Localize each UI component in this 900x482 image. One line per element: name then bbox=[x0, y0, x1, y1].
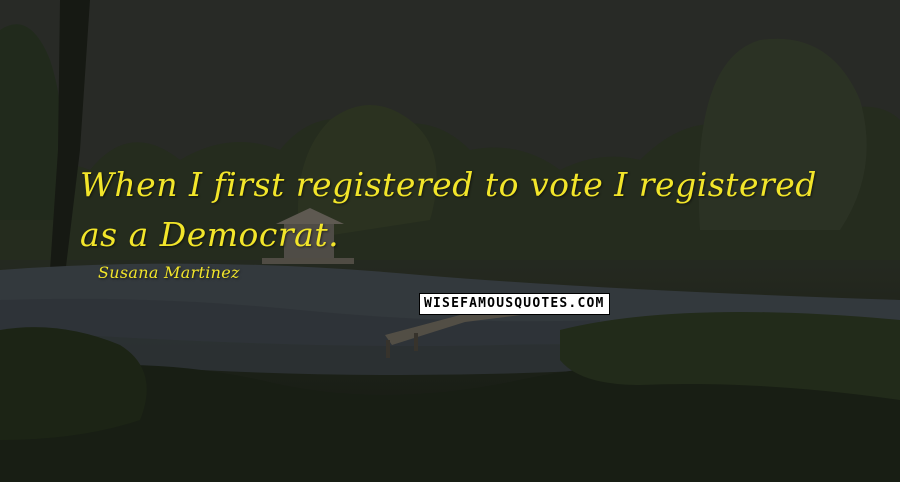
watermark-badge: WISEFAMOUSQUOTES.COM bbox=[419, 293, 610, 315]
quote-text: When I first registered to vote I regist… bbox=[80, 165, 817, 254]
watermark-text: WISEFAMOUSQUOTES.COM bbox=[424, 296, 605, 311]
quote-image: When I first registered to vote I regist… bbox=[0, 0, 900, 482]
quote-author: Susana Martinez bbox=[98, 263, 240, 282]
